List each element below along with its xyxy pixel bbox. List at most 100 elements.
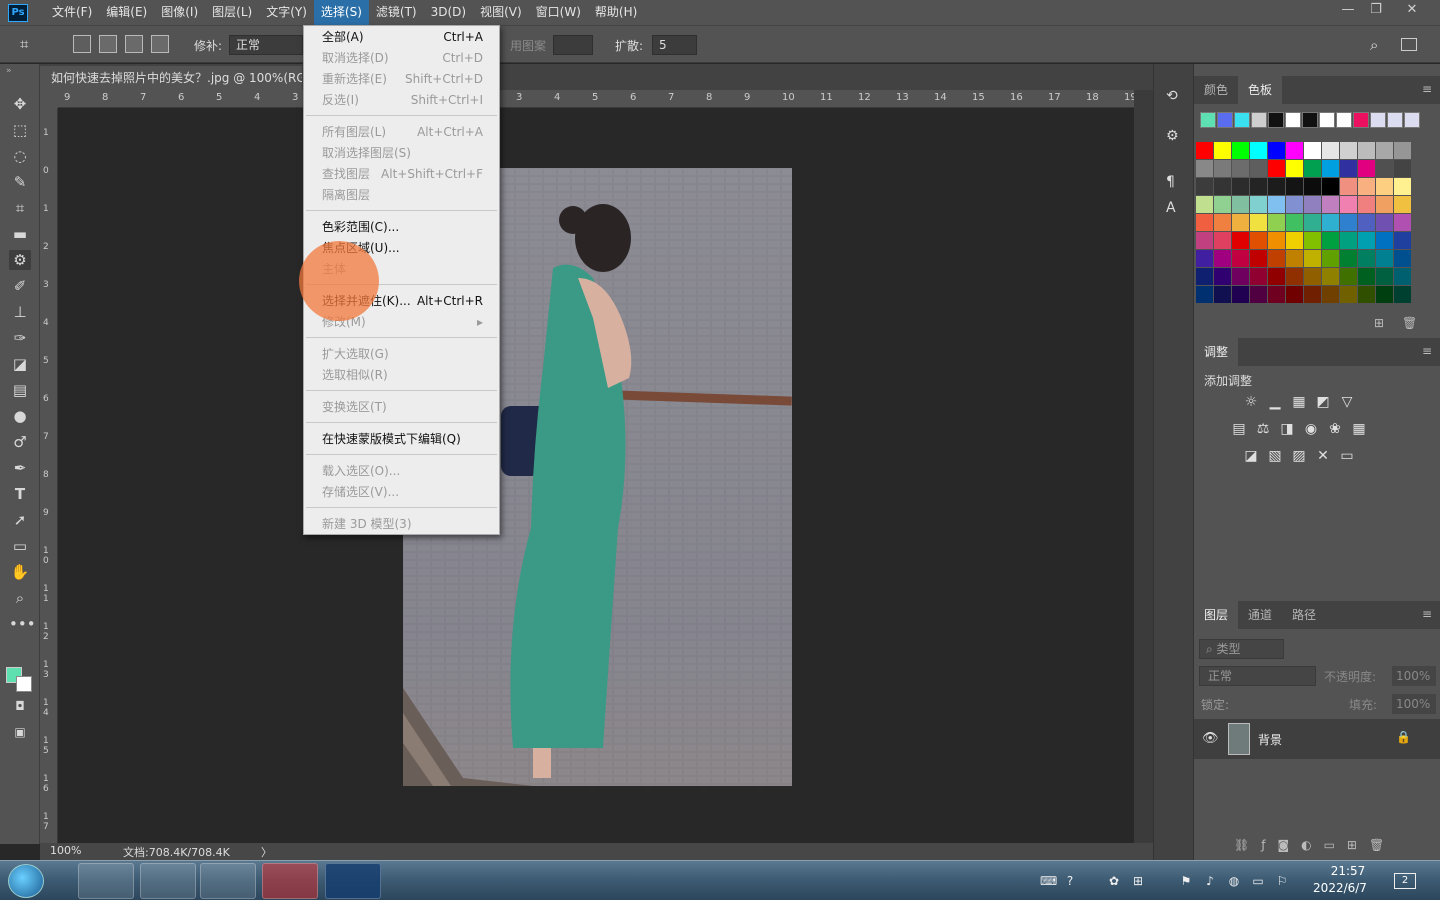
color-swatch[interactable] bbox=[1322, 214, 1339, 231]
type-tool-icon[interactable]: T bbox=[9, 484, 31, 504]
tab-swatches[interactable]: 色板 bbox=[1238, 76, 1283, 104]
color-swatch[interactable] bbox=[1214, 160, 1231, 177]
color-swatch[interactable] bbox=[1304, 286, 1321, 303]
color-lookup-icon[interactable]: ▦ bbox=[1350, 421, 1368, 437]
color-swatch[interactable] bbox=[1286, 196, 1303, 213]
color-swatch[interactable] bbox=[1358, 196, 1375, 213]
menu-item[interactable]: 编辑(E) bbox=[99, 0, 154, 25]
color-swatch[interactable] bbox=[1268, 142, 1285, 159]
menu-item[interactable]: 帮助(H) bbox=[588, 0, 644, 25]
color-swatch[interactable] bbox=[1214, 178, 1231, 195]
color-swatch[interactable] bbox=[1394, 160, 1411, 177]
quick-select-tool-icon[interactable]: ✎ bbox=[9, 172, 31, 192]
color-swatch[interactable] bbox=[1304, 160, 1321, 177]
color-swatch[interactable] bbox=[1214, 286, 1231, 303]
layer-filter-select[interactable]: ⌕ 类型 bbox=[1199, 639, 1284, 659]
color-swatch[interactable] bbox=[1304, 178, 1321, 195]
photo-filter-icon[interactable]: ◉ bbox=[1302, 421, 1320, 437]
color-swatch[interactable] bbox=[1196, 250, 1213, 267]
menu-item[interactable]: 选择(S) bbox=[313, 0, 369, 25]
color-swatch[interactable] bbox=[1322, 268, 1339, 285]
levels-icon[interactable]: ▁ bbox=[1266, 394, 1284, 410]
color-swatch[interactable] bbox=[1376, 160, 1393, 177]
color-swatch[interactable] bbox=[1304, 196, 1321, 213]
color-swatch[interactable] bbox=[1376, 196, 1393, 213]
color-swatch[interactable] bbox=[1268, 214, 1285, 231]
volume-icon[interactable]: ♪ bbox=[1202, 873, 1218, 889]
color-swatch[interactable] bbox=[1232, 178, 1249, 195]
search-icon[interactable]: ⌕ bbox=[1370, 36, 1378, 54]
rectangle-tool-icon[interactable]: ▭ bbox=[9, 536, 31, 556]
color-swatch[interactable] bbox=[1268, 160, 1285, 177]
color-swatch[interactable] bbox=[1232, 214, 1249, 231]
menu-item[interactable]: 3D(D) bbox=[424, 0, 473, 25]
zoom-tool-icon[interactable]: ⌕ bbox=[9, 588, 31, 608]
paragraph-icon[interactable]: ¶ bbox=[1166, 174, 1175, 190]
clock-date[interactable]: 2022/6/7 bbox=[1310, 881, 1370, 895]
vibrance-icon[interactable]: ▽ bbox=[1338, 394, 1356, 410]
eye-icon[interactable]: 👁 bbox=[1202, 731, 1219, 746]
tab-layers[interactable]: 图层 bbox=[1194, 601, 1239, 629]
color-swatch[interactable] bbox=[1358, 160, 1375, 177]
color-swatch[interactable] bbox=[1322, 250, 1339, 267]
menu-item[interactable]: 文件(F) bbox=[45, 0, 99, 25]
color-swatch[interactable] bbox=[1268, 250, 1285, 267]
select-menu-item[interactable]: 在快速蒙版模式下编辑(Q) bbox=[304, 429, 499, 450]
recent-swatch[interactable] bbox=[1404, 112, 1420, 128]
clock-time[interactable]: 21:57 bbox=[1318, 864, 1378, 878]
color-swatch[interactable] bbox=[1322, 160, 1339, 177]
color-swatch[interactable] bbox=[1394, 286, 1411, 303]
recent-swatch[interactable] bbox=[1353, 112, 1369, 128]
delete-swatch-icon[interactable]: 🗑 bbox=[1402, 316, 1417, 330]
recent-swatch[interactable] bbox=[1336, 112, 1352, 128]
history-brush-icon[interactable]: ✑ bbox=[9, 328, 31, 348]
blur-tool-icon[interactable]: ● bbox=[9, 406, 31, 426]
intersect-selection-icon[interactable] bbox=[151, 35, 169, 53]
color-swatch[interactable] bbox=[1322, 196, 1339, 213]
subtract-selection-icon[interactable] bbox=[125, 35, 143, 53]
tab-color[interactable]: 颜色 bbox=[1194, 76, 1238, 104]
help-icon[interactable]: ? bbox=[1062, 873, 1078, 889]
color-swatch[interactable] bbox=[1286, 250, 1303, 267]
new-swatch-icon[interactable]: ⊞ bbox=[1374, 316, 1384, 330]
hand-tool-icon[interactable]: ✋ bbox=[9, 562, 31, 582]
taskbar-explorer-icon[interactable] bbox=[78, 863, 134, 899]
color-swatch[interactable] bbox=[1394, 232, 1411, 249]
crop-tool-icon[interactable]: ⌗ bbox=[9, 198, 31, 218]
color-swatch[interactable] bbox=[1340, 214, 1357, 231]
color-swatch[interactable] bbox=[1376, 286, 1393, 303]
color-swatch[interactable] bbox=[1250, 196, 1267, 213]
exposure-icon[interactable]: ◩ bbox=[1314, 394, 1332, 410]
color-swatch[interactable] bbox=[1340, 250, 1357, 267]
color-swatch[interactable] bbox=[1196, 214, 1213, 231]
color-swatch[interactable] bbox=[1340, 142, 1357, 159]
tab-channels[interactable]: 通道 bbox=[1238, 601, 1282, 629]
color-swatch[interactable] bbox=[1394, 250, 1411, 267]
color-swatch[interactable] bbox=[1358, 178, 1375, 195]
color-swatch[interactable] bbox=[1394, 142, 1411, 159]
color-swatch[interactable] bbox=[1250, 178, 1267, 195]
color-swatch[interactable] bbox=[1322, 232, 1339, 249]
color-swatch[interactable] bbox=[1322, 286, 1339, 303]
taskbar-acrobat-icon[interactable] bbox=[262, 863, 318, 899]
tab-paths[interactable]: 路径 bbox=[1282, 601, 1326, 629]
color-swatch[interactable] bbox=[1250, 214, 1267, 231]
color-swatch[interactable] bbox=[1232, 250, 1249, 267]
pattern-select[interactable] bbox=[553, 35, 593, 55]
more-tools-icon[interactable]: ••• bbox=[9, 614, 36, 634]
color-swatch[interactable] bbox=[1196, 232, 1213, 249]
recent-swatch[interactable] bbox=[1234, 112, 1250, 128]
color-swatch[interactable] bbox=[1196, 196, 1213, 213]
patch-tool-icon[interactable]: ⌗ bbox=[20, 35, 42, 55]
taskbar-photoshop-icon[interactable] bbox=[325, 863, 381, 899]
color-swatch[interactable] bbox=[1214, 214, 1231, 231]
color-swatch[interactable] bbox=[1268, 286, 1285, 303]
status-arrow[interactable]: 〉 bbox=[261, 844, 272, 860]
ruler-tool-icon[interactable]: ▬ bbox=[9, 224, 31, 244]
color-swatch[interactable] bbox=[1214, 196, 1231, 213]
invert-icon[interactable]: ◪ bbox=[1242, 448, 1260, 464]
move-tool-icon[interactable]: ✥ bbox=[9, 94, 31, 114]
color-swatch[interactable] bbox=[1322, 178, 1339, 195]
collapse-icon[interactable]: » bbox=[6, 66, 12, 76]
zoom-level[interactable]: 100% bbox=[50, 844, 81, 857]
